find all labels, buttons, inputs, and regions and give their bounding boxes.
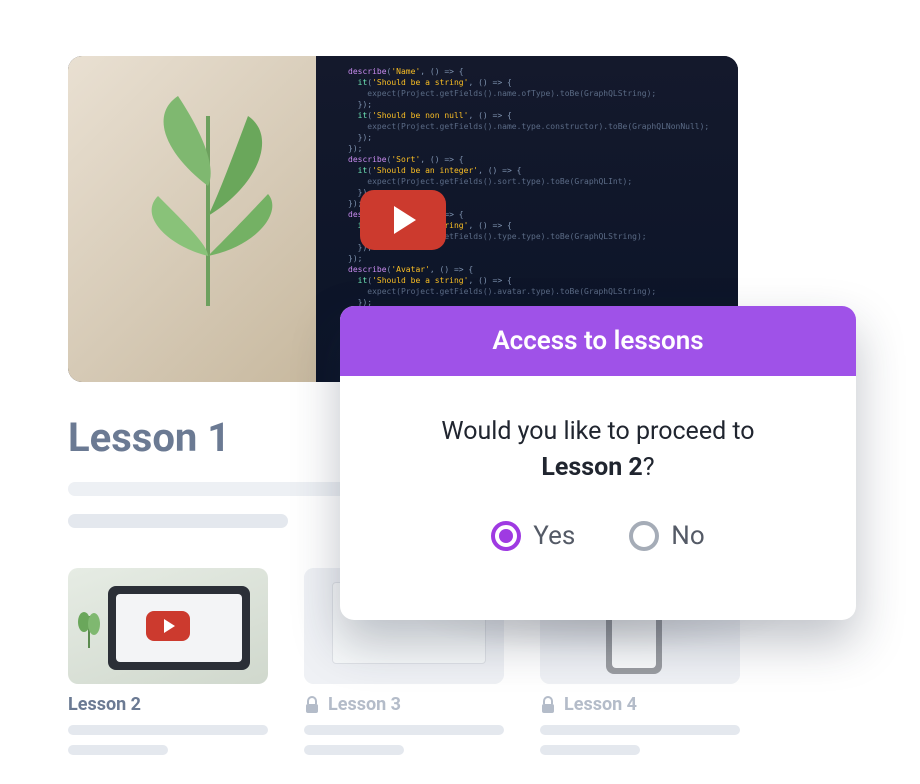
modal-options: Yes No <box>340 521 856 551</box>
plant-decoration <box>108 76 308 316</box>
text-placeholder-bar <box>304 725 504 735</box>
modal-question: Would you like to proceed to Lesson 2? <box>340 376 856 487</box>
modal-option-yes[interactable]: Yes <box>491 521 575 551</box>
lesson-2-label: Lesson 2 <box>68 694 141 715</box>
lesson-4-label: Lesson 4 <box>564 694 637 715</box>
lock-icon <box>540 696 556 714</box>
text-placeholder-bar <box>540 745 640 755</box>
lesson-3-label: Lesson 3 <box>328 694 401 715</box>
radio-unselected-icon[interactable] <box>629 521 659 551</box>
lesson-access-screen: describe('Name', () => { it('Should be a… <box>0 0 920 784</box>
plant-decoration <box>74 608 104 648</box>
text-placeholder-bar <box>68 745 168 755</box>
modal-option-no[interactable]: No <box>629 521 704 551</box>
modal-title: Access to lessons <box>340 306 856 376</box>
text-placeholder-bar <box>304 745 404 755</box>
hero-photo-plant-side <box>68 56 328 382</box>
modal-option-yes-label: Yes <box>533 521 575 551</box>
text-placeholder-bar <box>68 514 288 528</box>
text-placeholder-bar <box>68 725 268 735</box>
play-icon[interactable] <box>146 611 190 641</box>
modal-option-no-label: No <box>671 521 704 551</box>
play-icon[interactable] <box>360 190 446 250</box>
text-placeholder-bar <box>540 725 740 735</box>
access-to-lessons-modal: Access to lessons Would you like to proc… <box>340 306 856 620</box>
lock-icon <box>304 696 320 714</box>
modal-question-suffix: ? <box>643 453 655 482</box>
modal-question-prefix: Would you like to proceed to <box>441 417 754 446</box>
play-triangle-icon <box>394 206 416 234</box>
lesson-2-thumbnail[interactable] <box>68 568 268 684</box>
modal-question-lesson: Lesson 2 <box>541 453 642 482</box>
lesson-1-title: Lesson 1 <box>68 414 230 461</box>
lesson-2-card[interactable]: Lesson 2 <box>68 568 268 755</box>
radio-selected-icon[interactable] <box>491 521 521 551</box>
